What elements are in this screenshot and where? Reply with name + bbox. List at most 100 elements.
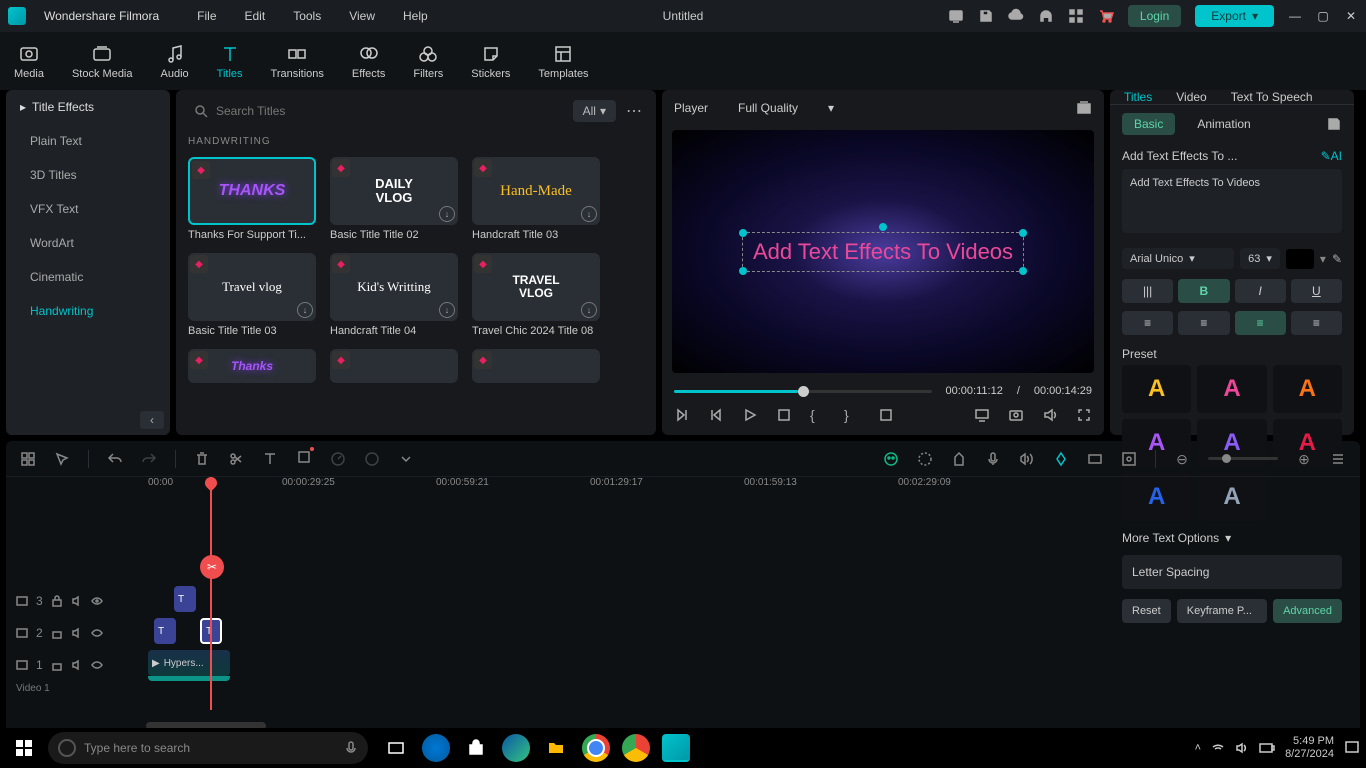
- sidebar-item-handwriting[interactable]: Handwriting: [6, 294, 170, 328]
- menu-help[interactable]: Help: [403, 9, 428, 23]
- title-card-thumb[interactable]: TRAVELVLOG↓: [472, 253, 600, 321]
- preview-canvas[interactable]: Add Text Effects To Videos: [672, 130, 1094, 373]
- lock-icon[interactable]: [51, 595, 63, 607]
- align-justify-button[interactable]: ≡: [1291, 311, 1342, 335]
- sidebar-header[interactable]: ▸Title Effects: [6, 90, 170, 124]
- delete-icon[interactable]: [194, 451, 210, 467]
- clock[interactable]: 5:49 PM8/27/2024: [1285, 735, 1334, 761]
- undo-icon[interactable]: [107, 451, 123, 467]
- battery-icon[interactable]: [1259, 742, 1275, 754]
- track-head-2[interactable]: 2: [6, 617, 142, 649]
- title-clip-1[interactable]: T: [174, 586, 196, 612]
- color-swatch[interactable]: [1286, 249, 1314, 269]
- volume-tray-icon[interactable]: [1235, 741, 1249, 755]
- chrome-icon[interactable]: [582, 734, 610, 762]
- zoom-out-button[interactable]: ⊖: [1174, 451, 1190, 467]
- preset-swatch[interactable]: A: [1197, 365, 1266, 413]
- speed-icon[interactable]: [330, 451, 346, 467]
- sidebar-item-vfx-text[interactable]: VFX Text: [6, 192, 170, 226]
- title-card-thumb[interactable]: DAILYVLOG↓: [330, 157, 458, 225]
- tray-chevron-icon[interactable]: ˄: [1195, 742, 1201, 754]
- camera-icon[interactable]: [1008, 407, 1024, 423]
- notifications-icon[interactable]: [1344, 740, 1360, 756]
- title-card-thumb[interactable]: [472, 349, 600, 383]
- sidebar-item-cinematic[interactable]: Cinematic: [6, 260, 170, 294]
- minimize-button[interactable]: —: [1288, 9, 1302, 23]
- split-icon[interactable]: [228, 451, 244, 467]
- cut-indicator[interactable]: ✂: [200, 555, 224, 579]
- audio-mixer-icon[interactable]: [1019, 451, 1035, 467]
- tab-audio[interactable]: Audio: [161, 43, 189, 80]
- taskbar-search[interactable]: Type here to search: [48, 732, 368, 764]
- filter-dropdown[interactable]: All▾: [573, 100, 616, 122]
- next-frame-icon[interactable]: [708, 407, 724, 423]
- menu-edit[interactable]: Edit: [245, 9, 266, 23]
- text-icon[interactable]: [262, 451, 278, 467]
- download-icon[interactable]: ↓: [297, 302, 313, 318]
- mute-icon[interactable]: [71, 659, 83, 671]
- quality-dropdown[interactable]: Full Quality▾: [728, 97, 844, 119]
- explorer-icon[interactable]: [542, 734, 570, 762]
- sidebar-item-plain-text[interactable]: Plain Text: [6, 124, 170, 158]
- title-clip-2[interactable]: T: [154, 618, 176, 644]
- keyframe-icon[interactable]: [1053, 451, 1069, 467]
- title-card-thumb[interactable]: [330, 349, 458, 383]
- menu-file[interactable]: File: [197, 9, 216, 23]
- apps-icon[interactable]: [1068, 8, 1084, 24]
- timeline-options-icon[interactable]: [1330, 451, 1346, 467]
- ai-icon[interactable]: ✎AI: [1321, 149, 1342, 163]
- task-view-icon[interactable]: [382, 734, 410, 762]
- title-card-thumb[interactable]: Hand-Made↓: [472, 157, 600, 225]
- filmora-taskbar-icon[interactable]: [662, 734, 690, 762]
- rotate-handle[interactable]: [879, 223, 887, 231]
- title-text-input[interactable]: [1122, 169, 1342, 233]
- timeline-ruler[interactable]: 00:00 00:00:29:25 00:00:59:21 00:01:29:1…: [142, 477, 1360, 503]
- menu-tools[interactable]: Tools: [293, 9, 321, 23]
- playhead[interactable]: [210, 477, 212, 710]
- inspector-tab-tts[interactable]: Text To Speech: [1231, 90, 1313, 104]
- maximize-button[interactable]: ▢: [1316, 9, 1330, 23]
- adjustment-icon[interactable]: [1087, 451, 1103, 467]
- zoom-in-button[interactable]: ⊕: [1296, 451, 1312, 467]
- prev-frame-icon[interactable]: [674, 407, 690, 423]
- title-card-thumb[interactable]: Kid's Writting↓: [330, 253, 458, 321]
- preset-swatch[interactable]: A: [1273, 365, 1342, 413]
- title-card-thumb[interactable]: Thanks: [188, 349, 316, 383]
- eye-icon[interactable]: [91, 595, 103, 607]
- font-family-dropdown[interactable]: Arial Unico▾: [1122, 248, 1234, 269]
- login-button[interactable]: Login: [1128, 5, 1181, 27]
- title-card-thumb[interactable]: THANKS: [188, 157, 316, 225]
- sidebar-item-wordart[interactable]: WordArt: [6, 226, 170, 260]
- tab-media[interactable]: Media: [14, 43, 44, 80]
- tab-transitions[interactable]: Transitions: [271, 43, 324, 80]
- display-icon[interactable]: [974, 407, 990, 423]
- resize-handle[interactable]: [739, 229, 747, 237]
- chrome2-icon[interactable]: [622, 734, 650, 762]
- text-overlay-box[interactable]: Add Text Effects To Videos: [742, 232, 1024, 272]
- inspector-tab-titles[interactable]: Titles: [1124, 90, 1152, 104]
- align-center-button[interactable]: ≡: [1178, 311, 1229, 335]
- tab-filters[interactable]: Filters: [413, 43, 443, 80]
- play-icon[interactable]: [742, 407, 758, 423]
- video-clip[interactable]: ▶ Hypers...: [148, 650, 230, 676]
- edge-icon[interactable]: [422, 734, 450, 762]
- download-icon[interactable]: ↓: [581, 302, 597, 318]
- subtab-animation[interactable]: Animation: [1185, 113, 1262, 135]
- edge2-icon[interactable]: [502, 734, 530, 762]
- store-icon[interactable]: [462, 734, 490, 762]
- crop-tool-icon[interactable]: [296, 449, 312, 465]
- italic-button[interactable]: I: [1235, 279, 1286, 303]
- mute-icon[interactable]: [71, 627, 83, 639]
- download-icon[interactable]: ↓: [439, 206, 455, 222]
- export-button[interactable]: Export▾: [1195, 5, 1274, 27]
- track-head-1[interactable]: 1: [6, 649, 142, 681]
- voiceover-icon[interactable]: [985, 451, 1001, 467]
- tab-templates[interactable]: Templates: [538, 43, 588, 80]
- zoom-slider[interactable]: [1208, 457, 1278, 460]
- more-tools-icon[interactable]: [398, 451, 414, 467]
- cloud-icon[interactable]: [1008, 8, 1024, 24]
- save-preset-icon[interactable]: [1326, 116, 1342, 132]
- menu-view[interactable]: View: [349, 9, 375, 23]
- tab-stickers[interactable]: Stickers: [471, 43, 510, 80]
- cursor-icon[interactable]: [54, 451, 70, 467]
